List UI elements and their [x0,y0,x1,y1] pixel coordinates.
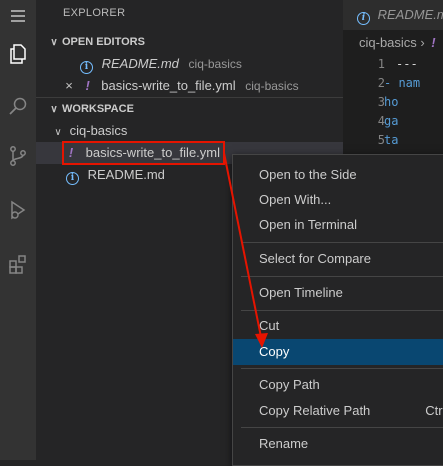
menu-icon[interactable] [6,4,30,28]
open-editors-header[interactable]: ∨ OPEN EDITORS [36,31,343,53]
info-icon: i [357,12,370,25]
menu-separator [241,276,443,277]
open-editor-item-readme[interactable]: i README.md ciq-basics [36,53,343,75]
tab-bar: i README.md [343,0,443,30]
source-control-icon[interactable] [6,144,30,168]
menu-item-copy[interactable]: Copy [233,339,443,365]
line-number: 2 [377,76,385,90]
file-label: basics-write_to_file.yml [85,145,220,160]
code-line: - nam [384,76,421,90]
menu-item-label: Copy Relative Path [259,403,371,418]
run-debug-icon[interactable] [6,198,30,222]
menu-item-open-with[interactable]: Open With... [233,187,443,213]
explorer-title: EXPLORER [63,7,126,19]
activity-bar [0,0,36,460]
code-line: ga [384,114,399,128]
chevron-down-icon: ∨ [54,127,62,138]
line-number: 5 [377,133,385,147]
info-icon: i [80,61,93,74]
menu-item-copy-relative-path[interactable]: Copy Relative Path Ctrl+ [233,398,443,424]
code-line: ho [384,95,399,109]
open-editor-folder: ciq-basics [188,57,242,71]
menu-item-copy-path[interactable]: Copy Path [233,372,443,398]
menu-item-cut[interactable]: Cut [233,313,443,339]
code-line: --- [396,57,418,71]
menu-separator [241,368,443,369]
menu-item-rename[interactable]: Rename [233,431,443,457]
breadcrumb-folder: ciq-basics [359,35,417,50]
line-number: 1 [377,57,385,71]
workspace-label: WORKSPACE [62,103,134,115]
menu-item-open-timeline[interactable]: Open Timeline [233,280,443,306]
explorer-icon[interactable] [6,42,30,66]
info-icon: i [66,172,79,185]
chevron-down-icon: ∨ [50,104,58,115]
workspace-header[interactable]: ∨ WORKSPACE [36,97,343,120]
open-editors-label: OPEN EDITORS [62,36,145,48]
menu-item-open-in-terminal[interactable]: Open in Terminal [233,212,443,238]
yaml-icon: ! [68,145,74,160]
open-editor-folder: ciq-basics [245,79,299,93]
shortcut-label: Ctrl+ [425,403,443,418]
open-editor-item-yaml[interactable]: × ! basics-write_to_file.yml ciq-basics [36,75,343,97]
menu-item-open-to-side[interactable]: Open to the Side [233,162,443,188]
close-icon[interactable]: × [62,75,76,97]
search-icon[interactable] [6,94,30,118]
tab-readme[interactable]: i README.md [343,0,443,30]
breadcrumb[interactable]: ciq-basics › ! [343,32,438,54]
open-editor-filename: basics-write_to_file.yml [101,78,236,93]
line-number: 4 [377,114,385,128]
menu-item-select-for-compare[interactable]: Select for Compare [233,246,443,272]
tab-label: README.md [377,7,443,22]
menu-separator [241,242,443,243]
code-line: ta [384,133,399,147]
file-label: README.md [87,167,165,182]
chevron-down-icon: ∨ [50,37,58,48]
folder-label: ciq-basics [69,123,128,138]
chevron-right-icon: › [420,35,429,50]
extensions-icon[interactable] [6,252,30,276]
menu-separator [241,310,443,311]
line-number: 3 [377,95,385,109]
yaml-icon: ! [85,78,90,93]
context-menu: Open to the Side Open With... Open in Te… [232,154,443,466]
yaml-icon: ! [431,35,436,50]
workspace-folder[interactable]: ∨ ciq-basics [36,120,343,142]
open-editor-filename: README.md [101,56,179,71]
menu-separator [241,427,443,428]
